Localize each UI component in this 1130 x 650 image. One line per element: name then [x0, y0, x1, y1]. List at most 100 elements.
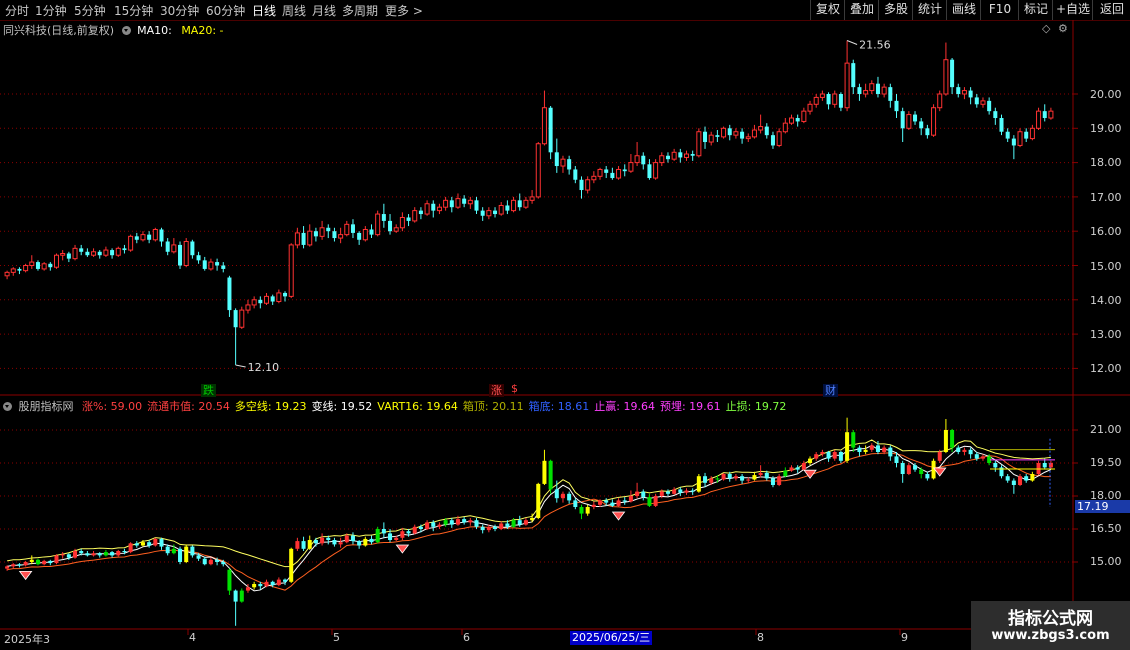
- ind-candle: [795, 467, 800, 470]
- ind-candle: [993, 463, 998, 468]
- ind-candle: [863, 449, 868, 452]
- main-candle-down: [888, 87, 893, 101]
- ind-candle: [585, 507, 590, 514]
- main-candle-up: [103, 249, 109, 256]
- main-candle-up: [782, 122, 788, 133]
- main-candle-down: [1005, 131, 1010, 139]
- rise-marker[interactable]: 涨: [489, 382, 504, 398]
- finance-marker[interactable]: 财: [823, 382, 838, 398]
- main-candle-down: [196, 255, 201, 261]
- main-candle-down: [727, 128, 732, 136]
- main-candle-down: [974, 97, 979, 105]
- main-candle-down: [227, 277, 232, 311]
- ind-candle: [974, 454, 979, 459]
- main-candle-up: [931, 107, 937, 136]
- main-candle-up: [1017, 131, 1023, 146]
- ind-candle: [567, 493, 572, 501]
- main-candle-up: [338, 234, 344, 239]
- main-candle-up: [881, 86, 887, 95]
- main-candle-down: [579, 179, 584, 191]
- ind-candle: [628, 496, 633, 502]
- ind-candle: [937, 452, 942, 461]
- main-candle-up: [467, 199, 473, 205]
- ind-candle: [789, 467, 794, 471]
- main-candle-up: [634, 155, 640, 164]
- ind-candle: [369, 538, 374, 543]
- main-candle-up: [1048, 110, 1054, 119]
- ind-candle: [431, 522, 436, 527]
- ind-candle: [616, 500, 621, 506]
- main-candle-up: [807, 103, 813, 112]
- ind-candle: [777, 476, 782, 485]
- ind-candle: [746, 479, 751, 481]
- main-candle-down: [134, 236, 139, 240]
- main-candle-down: [202, 260, 207, 269]
- main-tick-1600: 16.00: [1090, 225, 1122, 238]
- finance-marker-text: 财: [823, 384, 838, 397]
- main-candle-down: [604, 169, 609, 173]
- main-candle-up: [511, 199, 517, 212]
- ind-tick-2100: 21.00: [1090, 423, 1122, 436]
- ind-candle: [690, 490, 695, 492]
- ind-candle: [684, 490, 689, 493]
- drop-marker[interactable]: 跌: [201, 382, 216, 398]
- time-label-may: 5: [333, 631, 340, 644]
- ind-candle: [449, 520, 454, 525]
- ind-tick-1650: 16.50: [1090, 522, 1122, 535]
- main-candle-down: [233, 310, 238, 328]
- main-candle-up: [560, 158, 566, 167]
- high-arrow: [846, 40, 858, 45]
- main-candle-up: [251, 299, 257, 306]
- ind-candle: [320, 537, 325, 544]
- watermark-title: 指标公式网: [1008, 609, 1093, 629]
- main-candle-down: [764, 126, 769, 136]
- main-candle-up: [733, 131, 739, 136]
- main-candle-down: [968, 90, 973, 98]
- ind-candle: [801, 463, 806, 470]
- ind-candle: [900, 463, 905, 474]
- ind-candle: [221, 562, 226, 565]
- ind-candle: [258, 584, 263, 587]
- dollar-marker[interactable]: $: [511, 382, 518, 395]
- main-candle-up: [486, 210, 492, 217]
- ind-candle: [486, 526, 491, 531]
- ind-candle: [147, 542, 152, 546]
- ind-candle: [721, 474, 726, 480]
- ind-candle: [122, 551, 127, 553]
- ind-candle: [814, 454, 819, 459]
- main-candle-up: [961, 90, 967, 95]
- main-candle-up: [4, 271, 10, 277]
- ind-candle: [350, 535, 355, 542]
- ind-candle: [338, 542, 343, 545]
- main-candle-up: [628, 162, 634, 172]
- main-candle-up: [745, 136, 751, 140]
- main-candle-down: [178, 244, 183, 266]
- ind-candle: [233, 590, 238, 602]
- main-candle-up: [455, 198, 461, 208]
- kline-chart[interactable]: 21.56 12.10: [0, 0, 1130, 650]
- main-tick-1200: 12.00: [1090, 362, 1122, 375]
- main-candle-down: [567, 159, 572, 170]
- ind-candle: [313, 540, 318, 544]
- low-arrow: [235, 364, 246, 368]
- main-candle-down: [350, 224, 355, 233]
- main-candle-down: [258, 299, 263, 304]
- ind-candle: [301, 541, 306, 549]
- main-tick-1500: 15.00: [1090, 260, 1122, 273]
- ind-candle: [894, 456, 899, 463]
- ind-candle: [591, 504, 596, 507]
- ind-candle: [66, 554, 71, 558]
- main-candle-down: [369, 229, 374, 235]
- ind-candle: [678, 489, 683, 493]
- ind-candle: [17, 564, 22, 566]
- main-candle-down: [987, 100, 992, 112]
- main-candle-down: [147, 234, 152, 240]
- ind-candle: [1030, 474, 1035, 481]
- main-candle-up: [375, 213, 381, 236]
- main-candle-up: [535, 143, 541, 198]
- ind-candle: [227, 569, 232, 591]
- ind-candle: [363, 538, 368, 546]
- ind-candle: [505, 523, 510, 527]
- ind-candle: [622, 500, 627, 502]
- main-candle-up: [683, 153, 690, 158]
